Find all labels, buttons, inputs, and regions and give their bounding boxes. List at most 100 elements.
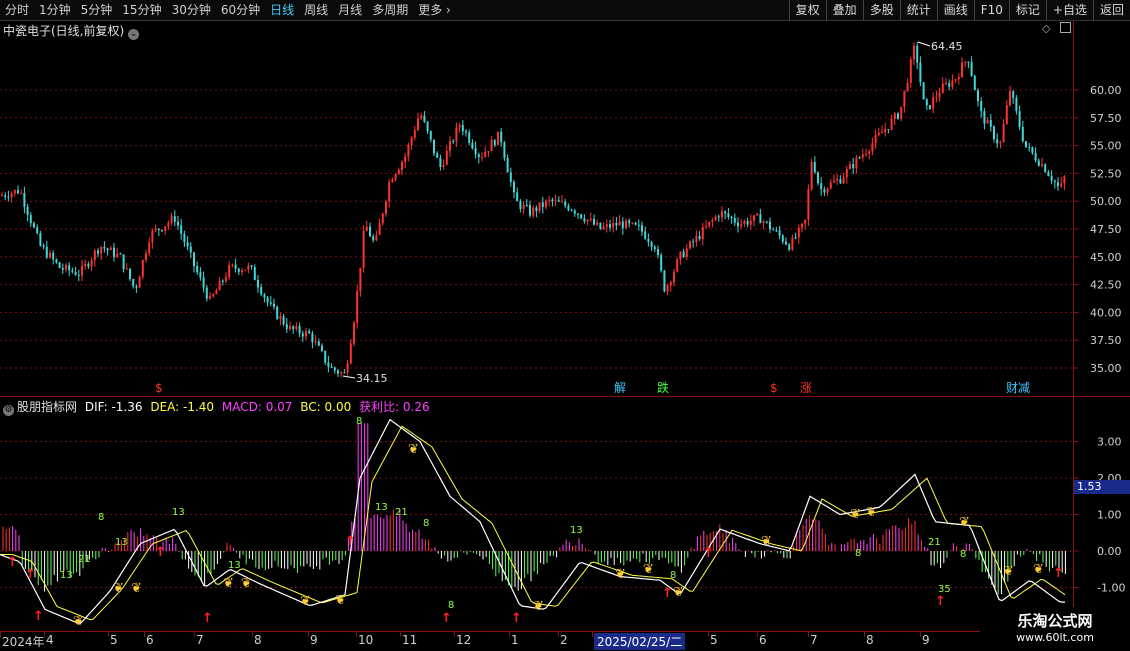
count-label: 21 <box>395 507 408 518</box>
candle-body <box>676 259 679 272</box>
butterfly-icon: ❦ <box>761 534 772 549</box>
candle-body <box>29 215 32 224</box>
candle-body <box>1021 126 1024 142</box>
candle-body <box>241 270 243 273</box>
macd-tick-label: 0.00 <box>1097 545 1122 558</box>
date-tick-label: 2024年 <box>2 635 45 649</box>
butterfly-icon: ❦ <box>643 562 654 577</box>
up-arrow-icon: ↑ <box>441 611 452 626</box>
butterfly-icon: ❦ <box>1003 564 1014 579</box>
date-tick-label: 9 <box>922 633 930 647</box>
watermark-title: 乐淘公式网 <box>1017 612 1093 630</box>
price-tick-label: 50.00 <box>1090 195 1122 208</box>
candle-body <box>849 164 851 170</box>
low-label: 34.15 <box>356 372 388 385</box>
candle-body <box>842 177 845 184</box>
candle-body <box>157 228 160 231</box>
candle-body <box>193 252 195 267</box>
candle-body <box>791 237 794 250</box>
date-tick-label: 4 <box>46 633 54 647</box>
date-tick-label: 11 <box>402 633 418 647</box>
candle-body <box>509 172 512 182</box>
candle-body <box>365 226 368 231</box>
candle-body <box>289 326 291 329</box>
date-tick <box>708 632 709 637</box>
date-tick-label: 2 <box>560 633 568 647</box>
candle-body <box>471 142 474 149</box>
up-arrow-icon: ↑ <box>345 534 356 549</box>
candle-body <box>298 326 301 334</box>
dif-line <box>0 418 1065 624</box>
candle-body <box>212 294 215 297</box>
candle-body <box>801 223 803 228</box>
count-label: 13 <box>60 570 73 581</box>
butterfly-icon: ❦ <box>959 515 970 530</box>
candle-body <box>141 260 144 277</box>
candle-body <box>647 238 650 243</box>
butterfly-icon: ❦ <box>223 576 234 591</box>
butterfly-icon: ❦ <box>1033 562 1044 577</box>
candle-body <box>570 209 573 211</box>
candle-body <box>455 127 458 142</box>
candle-body <box>964 61 967 63</box>
date-tick <box>592 632 593 637</box>
price-tick-label: 45.00 <box>1090 251 1122 264</box>
candle-body <box>247 265 250 270</box>
candle-body <box>20 192 23 194</box>
candle-body <box>138 276 141 288</box>
candle-body <box>308 331 311 334</box>
candle-body <box>324 350 327 363</box>
candle-body <box>266 297 269 303</box>
price-tick-label: 35.00 <box>1090 362 1122 375</box>
candle-body <box>161 230 163 232</box>
candle-body <box>7 196 10 198</box>
candle-body <box>797 227 800 238</box>
candle-body <box>10 193 13 198</box>
candle-body <box>756 213 759 216</box>
candle-body <box>753 215 755 221</box>
candle-body <box>439 157 442 167</box>
candle-body <box>426 121 429 132</box>
candle-body <box>762 221 765 224</box>
candle-body <box>253 267 256 281</box>
candle-body <box>906 82 909 91</box>
candle-body <box>535 207 538 212</box>
candle-body <box>586 219 589 222</box>
candle-body <box>36 227 39 234</box>
up-arrow-icon: ↑ <box>662 586 673 601</box>
butterfly-icon: ❦ <box>850 507 861 522</box>
candle-body <box>263 294 266 298</box>
candle-body <box>218 280 221 291</box>
candle-body <box>135 286 138 288</box>
candle-body <box>813 162 816 173</box>
candle-body <box>833 180 835 183</box>
candle-body <box>129 268 131 280</box>
candle-body <box>711 219 714 222</box>
candle-body <box>868 151 871 154</box>
candle-body <box>477 154 480 158</box>
candle-body <box>1047 172 1050 176</box>
candle-body <box>983 111 986 124</box>
candle-body <box>487 151 490 153</box>
butterfly-icon: ❦ <box>408 442 419 457</box>
candle-body <box>1028 146 1031 148</box>
price-tick-label: 57.50 <box>1090 112 1122 125</box>
candle-body <box>625 220 627 229</box>
candle-body <box>340 372 343 374</box>
candle-body <box>705 226 707 228</box>
candle-body <box>215 290 218 295</box>
count-label: 13 <box>570 525 583 536</box>
candle-body <box>820 183 823 190</box>
count-label: 8 <box>98 512 104 523</box>
macd-tick-label: 3.00 <box>1097 436 1122 449</box>
candle-body <box>993 126 995 140</box>
candle-body <box>759 213 762 224</box>
kline-chart[interactable]: 60.0057.5055.0052.5050.0047.5045.0042.50… <box>0 0 1130 650</box>
candle-body <box>84 263 87 267</box>
candle-body <box>314 341 317 343</box>
date-tick-label: 10 <box>358 633 374 647</box>
candle-body <box>199 272 202 278</box>
candle-body <box>855 157 858 169</box>
candle-body <box>433 139 435 154</box>
candle-body <box>109 247 112 251</box>
